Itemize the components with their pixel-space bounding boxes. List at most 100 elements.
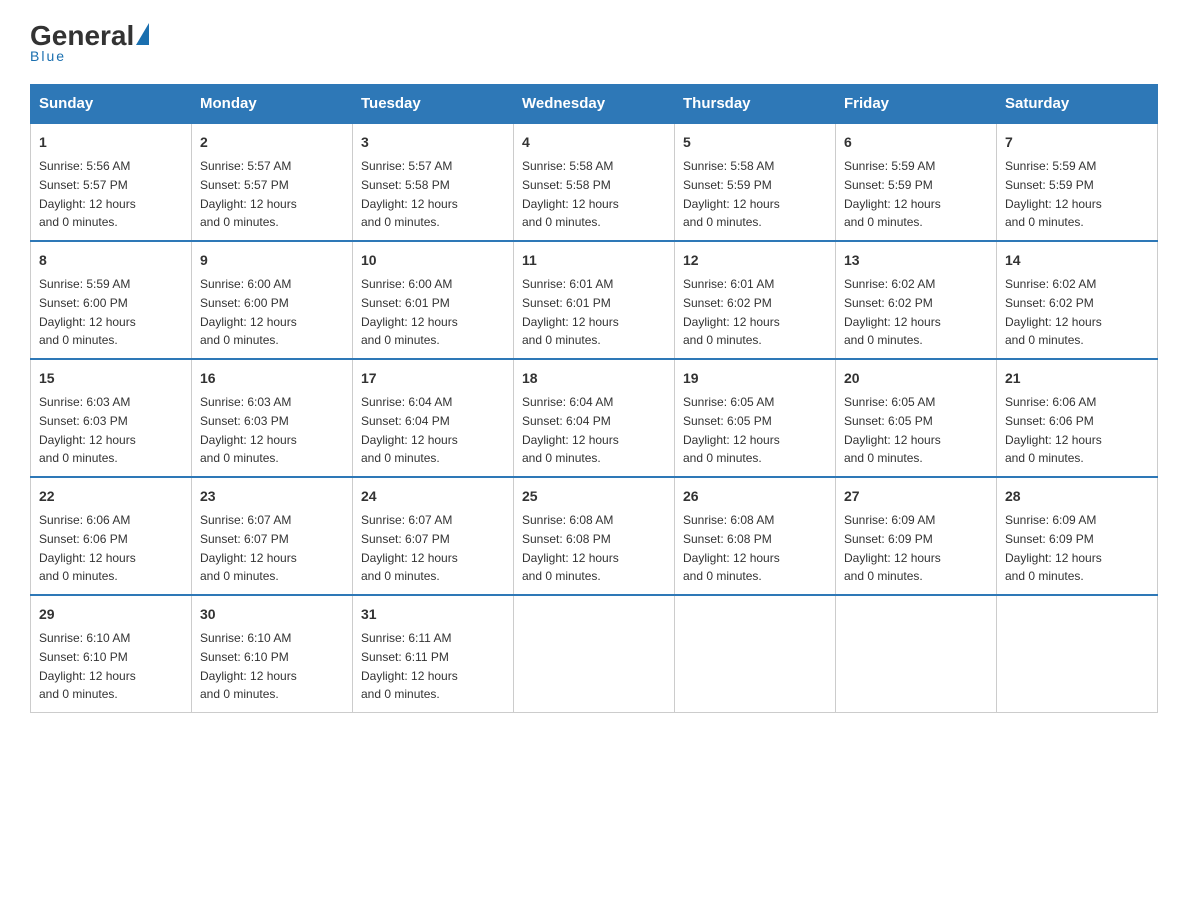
calendar-day-cell: 21 Sunrise: 6:06 AMSunset: 6:06 PMDaylig…: [997, 359, 1158, 477]
calendar-day-cell: 9 Sunrise: 6:00 AMSunset: 6:00 PMDayligh…: [192, 241, 353, 359]
day-number: 17: [361, 368, 505, 389]
day-info: Sunrise: 6:09 AMSunset: 6:09 PMDaylight:…: [844, 513, 941, 583]
day-info: Sunrise: 5:57 AMSunset: 5:57 PMDaylight:…: [200, 159, 297, 229]
day-number: 29: [39, 604, 183, 625]
calendar-day-cell: 7 Sunrise: 5:59 AMSunset: 5:59 PMDayligh…: [997, 123, 1158, 241]
day-number: 8: [39, 250, 183, 271]
day-info: Sunrise: 6:04 AMSunset: 6:04 PMDaylight:…: [361, 395, 458, 465]
day-number: 25: [522, 486, 666, 507]
day-number: 27: [844, 486, 988, 507]
calendar-day-cell: 30 Sunrise: 6:10 AMSunset: 6:10 PMDaylig…: [192, 595, 353, 713]
day-number: 7: [1005, 132, 1149, 153]
day-number: 28: [1005, 486, 1149, 507]
column-header-saturday: Saturday: [997, 85, 1158, 124]
day-number: 18: [522, 368, 666, 389]
day-info: Sunrise: 5:59 AMSunset: 5:59 PMDaylight:…: [844, 159, 941, 229]
calendar-header-row: SundayMondayTuesdayWednesdayThursdayFrid…: [31, 85, 1158, 124]
logo-blue-label: Blue: [30, 48, 66, 64]
day-info: Sunrise: 6:00 AMSunset: 6:00 PMDaylight:…: [200, 277, 297, 347]
day-number: 22: [39, 486, 183, 507]
day-number: 31: [361, 604, 505, 625]
day-number: 16: [200, 368, 344, 389]
calendar-day-cell: 23 Sunrise: 6:07 AMSunset: 6:07 PMDaylig…: [192, 477, 353, 595]
calendar-day-cell: 12 Sunrise: 6:01 AMSunset: 6:02 PMDaylig…: [675, 241, 836, 359]
day-info: Sunrise: 6:05 AMSunset: 6:05 PMDaylight:…: [683, 395, 780, 465]
day-number: 24: [361, 486, 505, 507]
day-info: Sunrise: 6:01 AMSunset: 6:01 PMDaylight:…: [522, 277, 619, 347]
calendar-day-cell: 20 Sunrise: 6:05 AMSunset: 6:05 PMDaylig…: [836, 359, 997, 477]
calendar-week-row: 8 Sunrise: 5:59 AMSunset: 6:00 PMDayligh…: [31, 241, 1158, 359]
day-info: Sunrise: 6:02 AMSunset: 6:02 PMDaylight:…: [844, 277, 941, 347]
day-number: 11: [522, 250, 666, 271]
day-info: Sunrise: 5:58 AMSunset: 5:58 PMDaylight:…: [522, 159, 619, 229]
day-info: Sunrise: 6:03 AMSunset: 6:03 PMDaylight:…: [39, 395, 136, 465]
calendar-day-cell: 10 Sunrise: 6:00 AMSunset: 6:01 PMDaylig…: [353, 241, 514, 359]
calendar-day-cell: 19 Sunrise: 6:05 AMSunset: 6:05 PMDaylig…: [675, 359, 836, 477]
day-info: Sunrise: 5:59 AMSunset: 5:59 PMDaylight:…: [1005, 159, 1102, 229]
calendar-day-cell: [836, 595, 997, 713]
day-info: Sunrise: 6:08 AMSunset: 6:08 PMDaylight:…: [683, 513, 780, 583]
calendar-day-cell: 15 Sunrise: 6:03 AMSunset: 6:03 PMDaylig…: [31, 359, 192, 477]
day-info: Sunrise: 6:02 AMSunset: 6:02 PMDaylight:…: [1005, 277, 1102, 347]
calendar-day-cell: 2 Sunrise: 5:57 AMSunset: 5:57 PMDayligh…: [192, 123, 353, 241]
calendar-week-row: 15 Sunrise: 6:03 AMSunset: 6:03 PMDaylig…: [31, 359, 1158, 477]
calendar-day-cell: 27 Sunrise: 6:09 AMSunset: 6:09 PMDaylig…: [836, 477, 997, 595]
day-number: 21: [1005, 368, 1149, 389]
column-header-sunday: Sunday: [31, 85, 192, 124]
calendar-day-cell: 14 Sunrise: 6:02 AMSunset: 6:02 PMDaylig…: [997, 241, 1158, 359]
day-info: Sunrise: 6:01 AMSunset: 6:02 PMDaylight:…: [683, 277, 780, 347]
calendar-day-cell: 16 Sunrise: 6:03 AMSunset: 6:03 PMDaylig…: [192, 359, 353, 477]
calendar-week-row: 1 Sunrise: 5:56 AMSunset: 5:57 PMDayligh…: [31, 123, 1158, 241]
calendar-day-cell: 26 Sunrise: 6:08 AMSunset: 6:08 PMDaylig…: [675, 477, 836, 595]
day-number: 30: [200, 604, 344, 625]
day-info: Sunrise: 5:59 AMSunset: 6:00 PMDaylight:…: [39, 277, 136, 347]
calendar-day-cell: 1 Sunrise: 5:56 AMSunset: 5:57 PMDayligh…: [31, 123, 192, 241]
column-header-thursday: Thursday: [675, 85, 836, 124]
calendar-day-cell: 13 Sunrise: 6:02 AMSunset: 6:02 PMDaylig…: [836, 241, 997, 359]
day-info: Sunrise: 5:58 AMSunset: 5:59 PMDaylight:…: [683, 159, 780, 229]
day-info: Sunrise: 6:06 AMSunset: 6:06 PMDaylight:…: [1005, 395, 1102, 465]
calendar-body: 1 Sunrise: 5:56 AMSunset: 5:57 PMDayligh…: [31, 123, 1158, 713]
day-number: 12: [683, 250, 827, 271]
day-number: 20: [844, 368, 988, 389]
calendar-day-cell: [997, 595, 1158, 713]
calendar-day-cell: 6 Sunrise: 5:59 AMSunset: 5:59 PMDayligh…: [836, 123, 997, 241]
day-info: Sunrise: 6:06 AMSunset: 6:06 PMDaylight:…: [39, 513, 136, 583]
day-number: 26: [683, 486, 827, 507]
day-info: Sunrise: 6:09 AMSunset: 6:09 PMDaylight:…: [1005, 513, 1102, 583]
logo-triangle-icon: [136, 23, 149, 45]
column-header-wednesday: Wednesday: [514, 85, 675, 124]
day-number: 2: [200, 132, 344, 153]
day-info: Sunrise: 5:56 AMSunset: 5:57 PMDaylight:…: [39, 159, 136, 229]
day-info: Sunrise: 6:07 AMSunset: 6:07 PMDaylight:…: [361, 513, 458, 583]
calendar-day-cell: 22 Sunrise: 6:06 AMSunset: 6:06 PMDaylig…: [31, 477, 192, 595]
day-info: Sunrise: 6:08 AMSunset: 6:08 PMDaylight:…: [522, 513, 619, 583]
column-header-monday: Monday: [192, 85, 353, 124]
day-number: 13: [844, 250, 988, 271]
day-info: Sunrise: 6:04 AMSunset: 6:04 PMDaylight:…: [522, 395, 619, 465]
logo: General Blue: [30, 20, 151, 64]
day-number: 4: [522, 132, 666, 153]
day-info: Sunrise: 6:10 AMSunset: 6:10 PMDaylight:…: [200, 631, 297, 701]
calendar-day-cell: [675, 595, 836, 713]
day-info: Sunrise: 6:03 AMSunset: 6:03 PMDaylight:…: [200, 395, 297, 465]
day-info: Sunrise: 6:05 AMSunset: 6:05 PMDaylight:…: [844, 395, 941, 465]
calendar-day-cell: [514, 595, 675, 713]
calendar-day-cell: 18 Sunrise: 6:04 AMSunset: 6:04 PMDaylig…: [514, 359, 675, 477]
day-number: 23: [200, 486, 344, 507]
day-info: Sunrise: 5:57 AMSunset: 5:58 PMDaylight:…: [361, 159, 458, 229]
calendar-day-cell: 11 Sunrise: 6:01 AMSunset: 6:01 PMDaylig…: [514, 241, 675, 359]
page-header: General Blue: [30, 20, 1158, 64]
column-header-tuesday: Tuesday: [353, 85, 514, 124]
day-info: Sunrise: 6:07 AMSunset: 6:07 PMDaylight:…: [200, 513, 297, 583]
day-number: 1: [39, 132, 183, 153]
calendar-day-cell: 3 Sunrise: 5:57 AMSunset: 5:58 PMDayligh…: [353, 123, 514, 241]
day-number: 10: [361, 250, 505, 271]
calendar-day-cell: 8 Sunrise: 5:59 AMSunset: 6:00 PMDayligh…: [31, 241, 192, 359]
day-number: 15: [39, 368, 183, 389]
day-number: 19: [683, 368, 827, 389]
calendar-day-cell: 25 Sunrise: 6:08 AMSunset: 6:08 PMDaylig…: [514, 477, 675, 595]
day-info: Sunrise: 6:10 AMSunset: 6:10 PMDaylight:…: [39, 631, 136, 701]
day-number: 6: [844, 132, 988, 153]
day-number: 3: [361, 132, 505, 153]
